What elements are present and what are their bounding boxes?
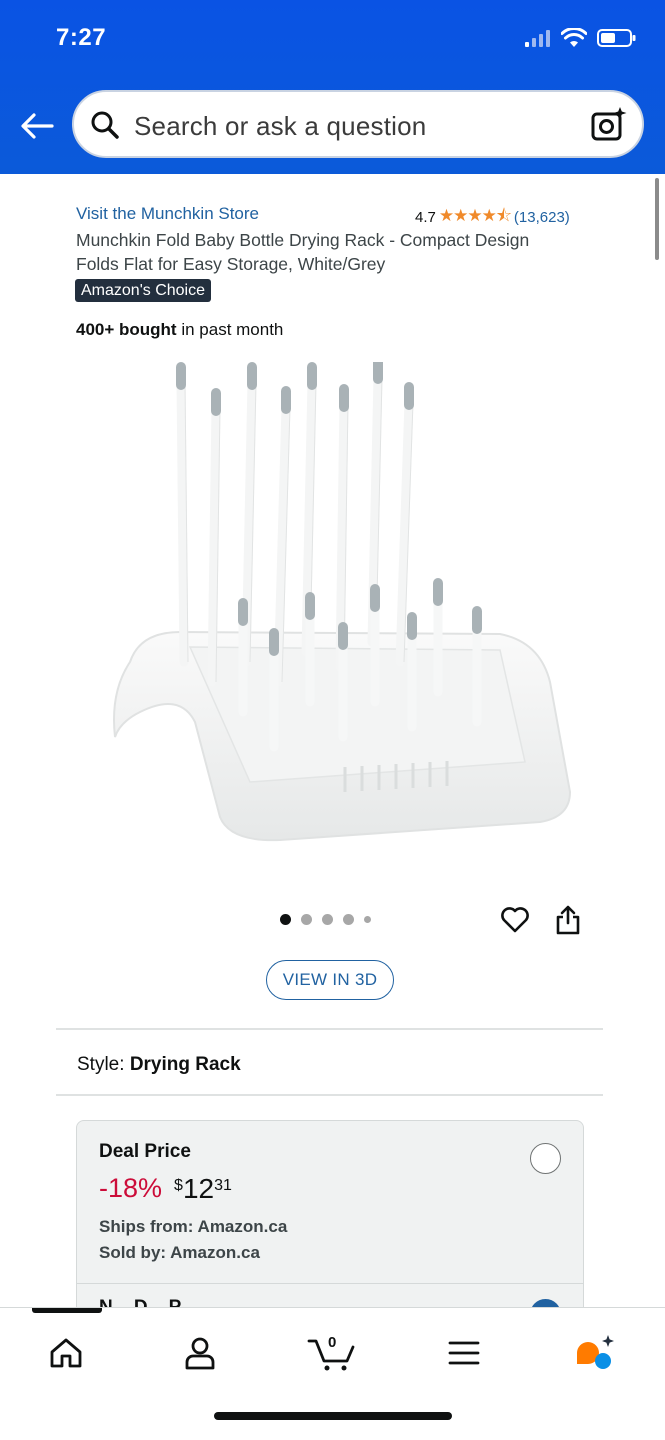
menu-icon [448, 1341, 480, 1365]
product-detail-page[interactable]: Visit the Munchkin Store 4.7 ★★★★⯪ (13,6… [0, 174, 665, 1308]
carousel-dot[interactable] [322, 914, 333, 925]
rating-count[interactable]: (13,623) [514, 209, 570, 226]
deal-radio-button[interactable] [530, 1143, 561, 1174]
search-icon [91, 111, 119, 139]
home-icon [50, 1338, 82, 1368]
deal-title: Deal Price [99, 1141, 191, 1162]
nav-account[interactable] [176, 1330, 224, 1376]
carousel-dot[interactable] [364, 916, 371, 923]
active-tab-indicator [32, 1308, 102, 1313]
account-icon [185, 1337, 215, 1370]
amazons-choice-badge: Amazon's Choice [75, 279, 211, 302]
bottom-navigation: 0 [0, 1307, 665, 1440]
style-value: Drying Rack [129, 1054, 241, 1075]
bought-count-bold: 400+ bought [76, 320, 177, 339]
heart-icon[interactable] [500, 906, 530, 934]
nav-cart[interactable]: 0 [306, 1330, 358, 1376]
price-whole: 12 [182, 1173, 215, 1204]
divider [56, 1028, 603, 1030]
search-placeholder: Search or ask a question [134, 111, 427, 141]
product-image[interactable] [100, 362, 580, 862]
carousel-dot[interactable] [343, 914, 354, 925]
nav-home[interactable] [42, 1330, 90, 1376]
price-currency: $ [174, 1177, 183, 1194]
nav-menu[interactable] [440, 1330, 488, 1376]
carousel-dot[interactable] [301, 914, 312, 925]
battery-icon [597, 29, 636, 47]
app-header: 7:27 Search or ask a question [0, 0, 665, 174]
deal-price-option[interactable]: Deal Price -18% $ 12 31 Ships from: Amaz… [76, 1120, 584, 1308]
discount-percent: -18% [99, 1173, 163, 1203]
status-time: 7:27 [56, 24, 107, 51]
cellular-signal-icon [525, 30, 550, 47]
image-carousel-dots[interactable] [280, 914, 371, 925]
bought-count-rest: in past month [176, 320, 284, 339]
ships-from: Ships from: Amazon.ca [99, 1217, 288, 1236]
rating-value: 4.7 [415, 209, 436, 226]
style-label: Style: [77, 1054, 125, 1075]
search-input[interactable]: Search or ask a question [72, 90, 644, 158]
price-fraction: 31 [214, 1177, 232, 1194]
carousel-dot[interactable] [280, 914, 291, 925]
status-icons [525, 28, 637, 48]
view-in-3d-button[interactable]: VIEW IN 3D [266, 960, 394, 1000]
card-divider [77, 1283, 583, 1284]
sold-by: Sold by: Amazon.ca [99, 1243, 260, 1262]
home-indicator-bar[interactable] [214, 1412, 452, 1420]
product-title: Munchkin Fold Baby Bottle Drying Rack - … [76, 230, 530, 274]
share-icon[interactable] [554, 904, 582, 936]
back-arrow-icon[interactable] [18, 108, 58, 144]
camera-lens-icon[interactable] [590, 106, 628, 144]
cart-count: 0 [328, 1334, 337, 1351]
wifi-icon [561, 28, 587, 47]
nav-rufus[interactable] [572, 1330, 620, 1376]
style-selector[interactable]: Style: Drying Rack [77, 1054, 241, 1076]
scrollbar[interactable] [655, 178, 659, 260]
rufus-icon [577, 1335, 614, 1369]
store-link[interactable]: Visit the Munchkin Store [76, 204, 259, 224]
divider [56, 1094, 603, 1096]
bought-count: 400+ bought in past month [76, 320, 283, 340]
price-row: -18% $ 12 31 [99, 1173, 232, 1205]
